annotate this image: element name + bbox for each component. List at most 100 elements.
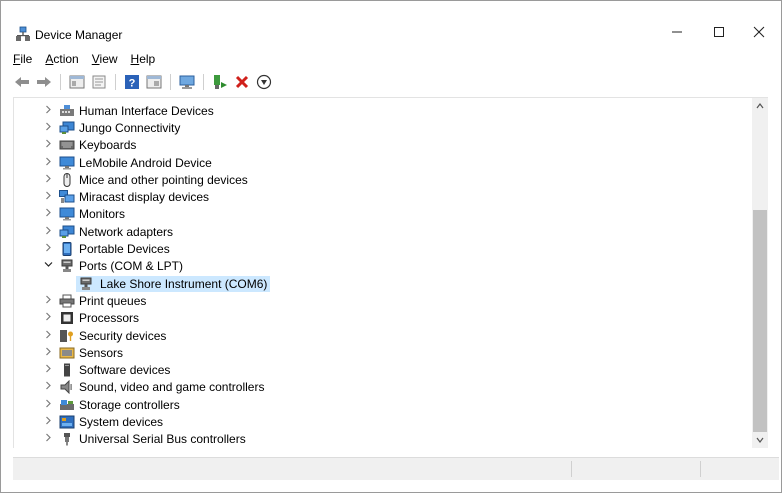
tree-item-label: Print queues <box>79 293 147 308</box>
menu-view[interactable]: View <box>92 52 118 66</box>
tree-category-item[interactable]: Ports (COM & LPT) <box>14 258 754 275</box>
title-bar: Device Manager <box>1 1 781 45</box>
back-button[interactable] <box>13 73 31 91</box>
chevron-right-icon[interactable] <box>43 174 53 186</box>
chevron-right-icon[interactable] <box>43 312 53 324</box>
monitor-icon <box>59 207 75 221</box>
chevron-right-icon[interactable] <box>43 139 53 151</box>
update-driver-icon <box>92 75 106 89</box>
chevron-right-icon[interactable] <box>43 208 53 220</box>
uninstall-button[interactable] <box>233 73 251 91</box>
menu-file[interactable]: File <box>13 52 32 66</box>
scroll-up-button[interactable] <box>752 98 768 114</box>
device-tree[interactable]: Human Interface Devices Jungo Connectivit… <box>13 97 768 448</box>
chevron-right-icon[interactable] <box>43 191 53 203</box>
menu-help[interactable]: Help <box>131 52 156 66</box>
tree-item-label: Software devices <box>79 363 171 378</box>
tree-item-label: Network adapters <box>79 224 174 239</box>
forward-button[interactable] <box>35 73 53 91</box>
network-icon <box>59 225 75 239</box>
device-manager-icon <box>15 26 31 42</box>
network-icon <box>59 121 75 135</box>
tree-category-item[interactable]: Processors <box>14 310 754 327</box>
scan-hardware-icon <box>179 75 195 89</box>
chevron-right-icon[interactable] <box>43 105 53 117</box>
tree-item-label: Universal Serial Bus controllers <box>79 432 246 447</box>
chevron-right-icon[interactable] <box>43 226 53 238</box>
tree-item-label: System devices <box>79 414 164 429</box>
tree-category-item[interactable]: Universal Serial Bus controllers <box>14 431 754 448</box>
uninstall-icon <box>235 75 249 89</box>
tree-category-item[interactable]: Sensors <box>14 344 754 361</box>
tree-category-item[interactable]: Sound, video and game controllers <box>14 379 754 396</box>
download-icon <box>256 74 272 90</box>
tree-category-item[interactable]: Miracast display devices <box>14 188 754 205</box>
tree-category-item[interactable]: Monitors <box>14 206 754 223</box>
scroll-down-button[interactable] <box>752 432 768 448</box>
tree-category-item[interactable]: LeMobile Android Device <box>14 154 754 171</box>
chevron-down-icon[interactable] <box>43 260 53 272</box>
download-button[interactable] <box>255 73 273 91</box>
tree-item-label: LeMobile Android Device <box>79 155 212 170</box>
tree-category-item[interactable]: Portable Devices <box>14 240 754 257</box>
tree-category-item[interactable]: Storage controllers <box>14 396 754 413</box>
menu-action[interactable]: Action <box>45 52 78 66</box>
chevron-down-icon <box>756 437 764 443</box>
chevron-right-icon[interactable] <box>43 381 53 393</box>
tree-category-item[interactable]: Network adapters <box>14 223 754 240</box>
sensor-icon <box>59 346 75 360</box>
chevron-right-icon[interactable] <box>43 330 53 342</box>
maximize-button[interactable] <box>699 19 739 45</box>
miracast-icon <box>59 190 75 204</box>
tree-category-item[interactable]: Print queues <box>14 292 754 309</box>
menu-bar: File Action View Help <box>1 49 781 69</box>
usb-icon <box>59 432 75 446</box>
vertical-scrollbar[interactable] <box>752 98 768 448</box>
window-title: Device Manager <box>35 28 123 42</box>
tree-category-item[interactable]: Keyboards <box>14 137 754 154</box>
device-manager-window: Device Manager File Action View Help ? H… <box>0 0 782 493</box>
tree-item-label: Mice and other pointing devices <box>79 172 248 187</box>
show-hidden-button[interactable] <box>145 73 163 91</box>
close-icon <box>753 26 765 38</box>
forward-icon <box>37 77 51 87</box>
tree-item-label: Keyboards <box>79 138 137 153</box>
chevron-right-icon[interactable] <box>43 416 53 428</box>
tree-category-item[interactable]: Human Interface Devices <box>14 102 754 119</box>
tree-item-label: Miracast display devices <box>79 190 210 205</box>
back-icon <box>15 77 29 87</box>
chevron-right-icon[interactable] <box>43 157 53 169</box>
tree-category-item[interactable]: System devices <box>14 413 754 430</box>
hid-icon <box>59 104 75 118</box>
properties-icon <box>69 75 85 89</box>
tree-item-label: Storage controllers <box>79 397 180 412</box>
software-icon <box>59 363 75 377</box>
status-divider <box>571 461 572 477</box>
tree-item-label: Security devices <box>79 328 167 343</box>
status-divider <box>700 461 701 477</box>
help-button[interactable]: ? <box>123 73 141 91</box>
chevron-right-icon[interactable] <box>43 243 53 255</box>
scrollbar-thumb[interactable] <box>753 210 767 432</box>
tree-child-item[interactable]: Lake Shore Instrument (COM6) <box>14 275 754 292</box>
close-button[interactable] <box>739 19 779 45</box>
tree-category-item[interactable]: Security devices <box>14 327 754 344</box>
scan-hardware-button[interactable] <box>178 73 196 91</box>
tree-category-item[interactable]: Jungo Connectivity <box>14 119 754 136</box>
chevron-right-icon[interactable] <box>43 433 53 445</box>
chevron-right-icon[interactable] <box>43 122 53 134</box>
port-icon <box>78 277 94 291</box>
toolbar-separator <box>115 74 116 90</box>
enable-device-icon <box>214 75 227 89</box>
enable-device-button[interactable] <box>211 73 229 91</box>
minimize-button[interactable] <box>657 19 697 45</box>
properties-button[interactable] <box>68 73 86 91</box>
tree-category-item[interactable]: Mice and other pointing devices <box>14 171 754 188</box>
chevron-right-icon[interactable] <box>43 295 53 307</box>
chevron-right-icon[interactable] <box>43 364 53 376</box>
monitor-icon <box>59 156 75 170</box>
update-driver-button[interactable] <box>90 73 108 91</box>
chevron-right-icon[interactable] <box>43 399 53 411</box>
tree-category-item[interactable]: Software devices <box>14 361 754 378</box>
chevron-right-icon[interactable] <box>43 347 53 359</box>
